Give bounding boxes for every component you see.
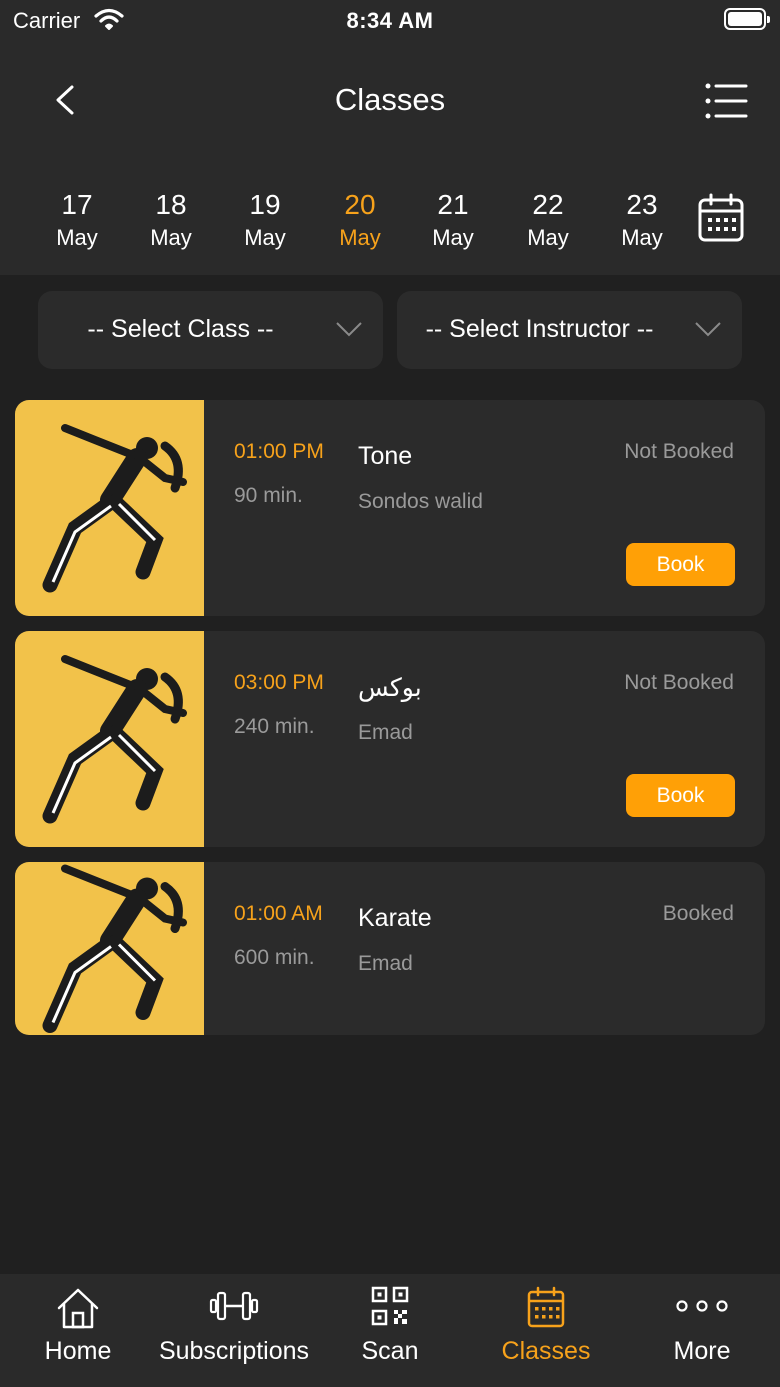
class-instructor: Sondos walid xyxy=(358,490,483,513)
class-card[interactable]: 03:00 PM 240 min. بوكس Emad Not Booked B… xyxy=(15,631,765,847)
class-duration: 90 min. xyxy=(234,484,303,507)
class-image xyxy=(15,862,204,1035)
class-duration: 600 min. xyxy=(234,946,315,969)
date-item[interactable]: 23 May xyxy=(602,187,682,253)
class-instructor: Emad xyxy=(358,952,413,975)
chevron-down-icon xyxy=(336,322,362,337)
class-instructor: Emad xyxy=(358,721,413,744)
tab-label: More xyxy=(673,1337,731,1365)
tab-subscriptions[interactable]: Subscriptions xyxy=(156,1274,312,1387)
date-item-selected[interactable]: 20 May xyxy=(320,187,400,253)
date-month: May xyxy=(150,225,192,250)
date-strip: 17 May 18 May 19 May 20 May 21 May 22 Ma… xyxy=(0,165,780,275)
class-name: Karate xyxy=(358,904,432,932)
date-day: 23 xyxy=(626,189,658,220)
runner-image xyxy=(42,864,187,1033)
class-duration: 240 min. xyxy=(234,715,315,738)
date-day: 22 xyxy=(532,189,564,220)
date-day: 21 xyxy=(437,189,469,220)
date-day: 20 xyxy=(344,189,376,220)
runner-image xyxy=(42,424,187,593)
date-item[interactable]: 17 May xyxy=(37,187,117,253)
date-month: May xyxy=(244,225,286,250)
select-instructor-dropdown[interactable]: -- Select Instructor -- xyxy=(397,291,742,369)
booking-status: Not Booked xyxy=(624,671,734,694)
calendar-icon xyxy=(527,1286,565,1328)
book-button[interactable]: Book xyxy=(626,543,735,586)
select-class-dropdown[interactable]: -- Select Class -- xyxy=(38,291,383,369)
more-icon xyxy=(676,1300,728,1312)
date-item[interactable]: 21 May xyxy=(413,187,493,253)
tab-label: Scan xyxy=(361,1337,419,1365)
tab-label: Subscriptions xyxy=(158,1337,310,1365)
battery-icon xyxy=(724,8,770,30)
qr-code-icon xyxy=(371,1286,409,1326)
dumbbell-icon xyxy=(209,1291,259,1321)
class-card[interactable]: 01:00 PM 90 min. Tone Sondos walid Not B… xyxy=(15,400,765,616)
tab-label: Classes xyxy=(501,1337,591,1365)
list-icon xyxy=(705,83,748,119)
date-month: May xyxy=(339,225,381,250)
class-time: 01:00 PM xyxy=(234,440,324,463)
status-bar: Carrier 8:34 AM xyxy=(0,0,780,40)
select-instructor-label: -- Select Instructor -- xyxy=(425,315,654,343)
tab-label: Home xyxy=(44,1337,112,1365)
date-item[interactable]: 18 May xyxy=(131,187,211,253)
date-month: May xyxy=(527,225,569,250)
date-item[interactable]: 22 May xyxy=(508,187,588,253)
date-month: May xyxy=(56,225,98,250)
tab-more[interactable]: More xyxy=(624,1274,780,1387)
booking-status: Not Booked xyxy=(624,440,734,463)
date-day: 17 xyxy=(61,189,93,220)
class-time: 03:00 PM xyxy=(234,671,324,694)
runner-image xyxy=(42,655,187,824)
class-card[interactable]: 01:00 AM 600 min. Karate Emad Booked xyxy=(15,862,765,1035)
booking-status: Booked xyxy=(662,902,734,925)
date-item[interactable]: 19 May xyxy=(225,187,305,253)
tab-scan[interactable]: Scan xyxy=(312,1274,468,1387)
chevron-down-icon xyxy=(695,322,721,337)
class-image xyxy=(15,631,204,847)
home-icon xyxy=(57,1288,99,1329)
select-class-label: -- Select Class -- xyxy=(87,315,274,343)
tab-home[interactable]: Home xyxy=(0,1274,156,1387)
date-day: 19 xyxy=(249,189,281,220)
class-name: Tone xyxy=(358,442,413,470)
date-month: May xyxy=(621,225,663,250)
book-button[interactable]: Book xyxy=(626,774,735,817)
list-button[interactable] xyxy=(700,80,752,122)
class-image xyxy=(15,400,204,616)
class-time: 01:00 AM xyxy=(234,902,323,925)
tab-bar: Home Subscriptions Scan Classes More xyxy=(0,1274,780,1387)
calendar-icon xyxy=(698,193,744,242)
class-name: بوكس xyxy=(358,674,422,702)
page-title: Classes xyxy=(334,82,446,117)
calendar-button[interactable] xyxy=(697,193,745,243)
nav-bar: Classes xyxy=(0,40,780,165)
date-month: May xyxy=(432,225,474,250)
status-time: 8:34 AM xyxy=(346,8,434,33)
date-day: 18 xyxy=(155,189,187,220)
tab-classes[interactable]: Classes xyxy=(468,1274,624,1387)
